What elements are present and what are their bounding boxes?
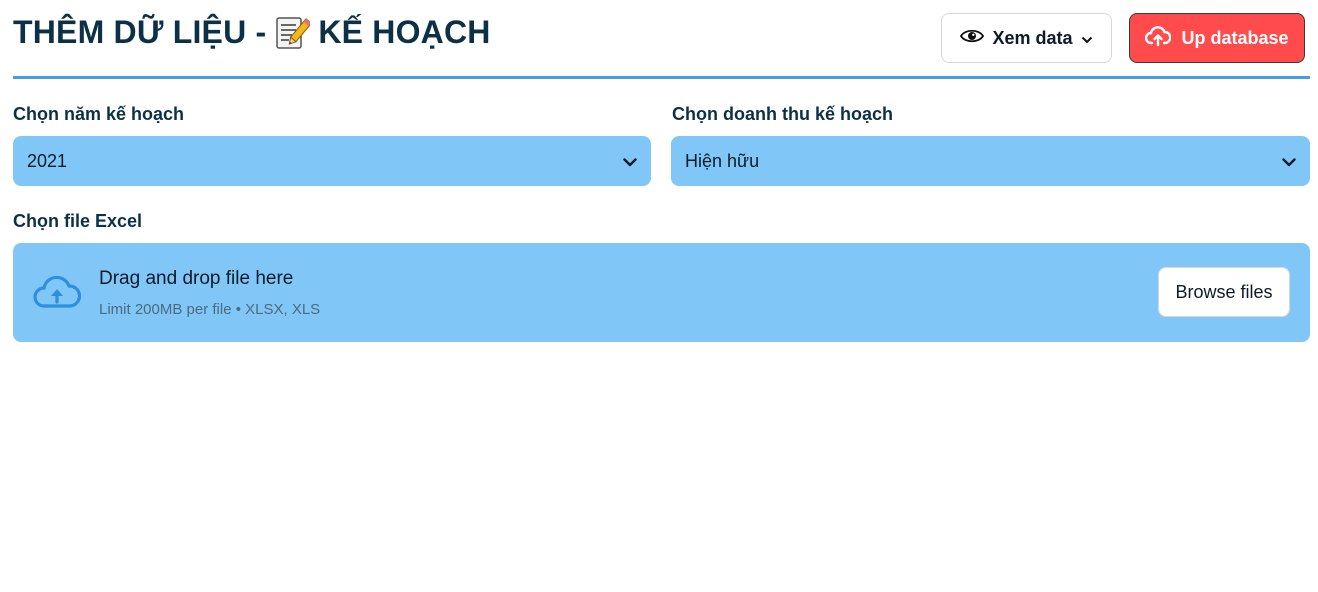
dropzone-title: Drag and drop file here — [99, 268, 294, 289]
revenue-select-label: Chọn doanh thu kế hoạch — [672, 104, 893, 124]
view-data-button[interactable]: Xem data — [941, 13, 1112, 63]
upload-database-button[interactable]: Up database — [1129, 13, 1305, 63]
dropzone-hint: Limit 200MB per file • XLSX, XLS — [99, 301, 321, 318]
file-dropzone[interactable]: Drag and drop file here Limit 200MB per … — [13, 243, 1310, 342]
cloud-upload-icon — [33, 273, 82, 313]
upload-database-label: Up database — [1181, 27, 1289, 48]
excel-file-label: Chọn file Excel — [13, 211, 143, 231]
eye-icon — [960, 27, 985, 50]
memo-icon — [274, 15, 313, 51]
chevron-down-icon — [1282, 151, 1296, 172]
revenue-select-value: Hiện hữu — [685, 150, 760, 171]
page-title-prefix: THÊM DỮ LIỆU - — [13, 14, 267, 50]
year-select[interactable]: 2021 — [13, 136, 651, 186]
chevron-down-icon — [1081, 28, 1093, 49]
year-select-value: 2021 — [27, 150, 68, 171]
revenue-select[interactable]: Hiện hữu — [671, 136, 1310, 186]
chevron-down-icon — [623, 151, 637, 172]
browse-files-button[interactable]: Browse files — [1158, 267, 1290, 317]
cloud-upload-icon — [1145, 25, 1172, 52]
year-select-label: Chọn năm kế hoạch — [13, 104, 185, 124]
page-title-suffix: KẾ HOẠCH — [318, 14, 491, 50]
page-title: THÊM DỮ LIỆU - KẾ HOẠCH — [13, 14, 491, 51]
page-header: THÊM DỮ LIỆU - KẾ HOẠCH Xem data Up data… — [13, 0, 1310, 79]
view-data-label: Xem data — [992, 27, 1073, 48]
